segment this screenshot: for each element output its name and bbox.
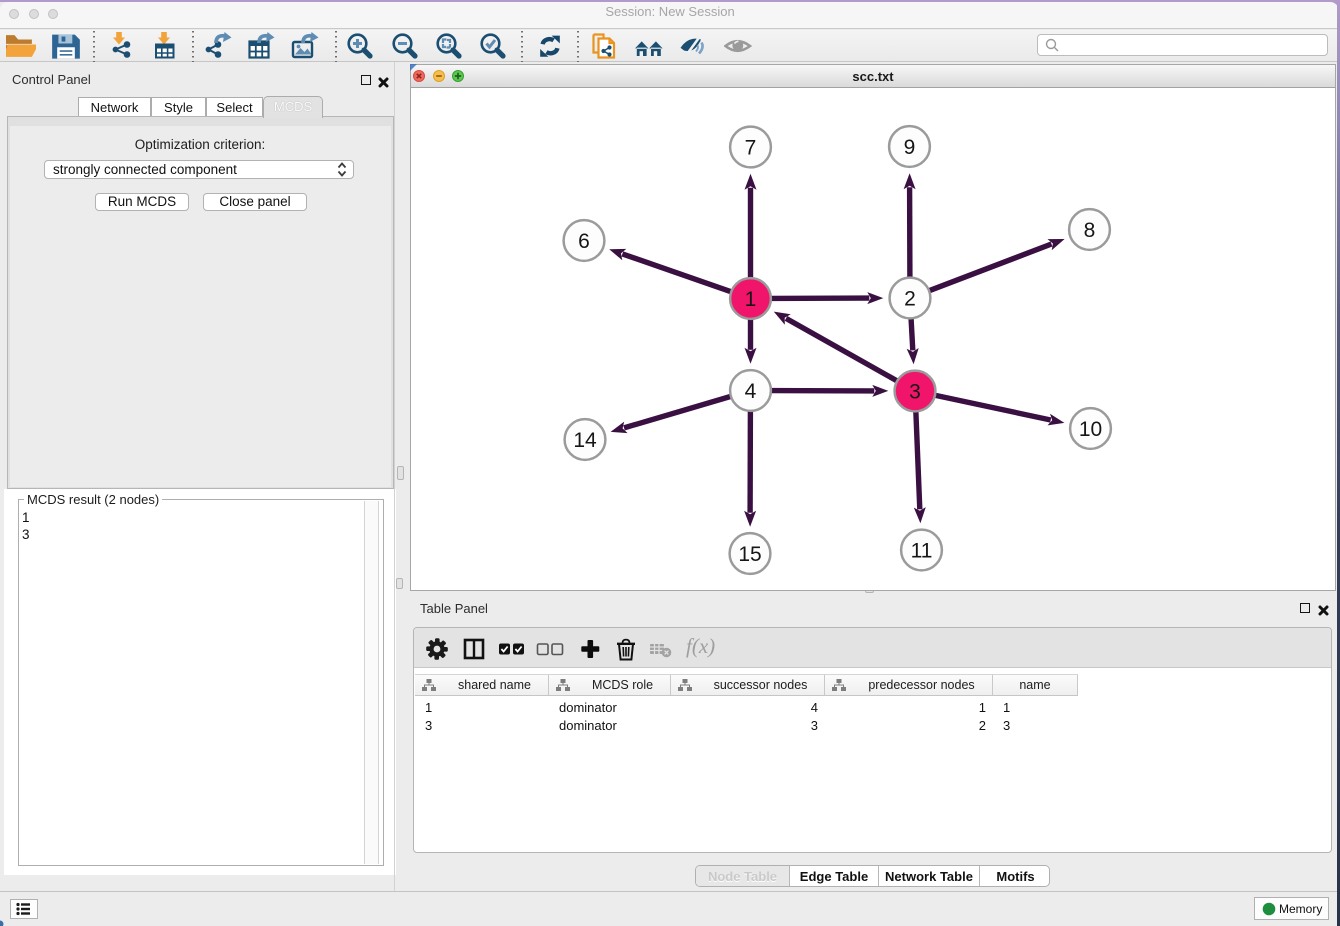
svg-text:9: 9 [904,136,916,159]
svg-text:6: 6 [578,230,590,253]
svg-text:10: 10 [1079,418,1102,441]
svg-text:3: 3 [909,380,921,403]
svg-text:11: 11 [911,539,933,562]
svg-text:15: 15 [738,543,761,566]
svg-text:4: 4 [745,380,757,403]
svg-text:1: 1 [745,288,757,311]
svg-text:14: 14 [573,429,597,452]
svg-text:8: 8 [1084,219,1096,242]
svg-text:2: 2 [904,287,916,310]
svg-text:7: 7 [745,136,757,159]
